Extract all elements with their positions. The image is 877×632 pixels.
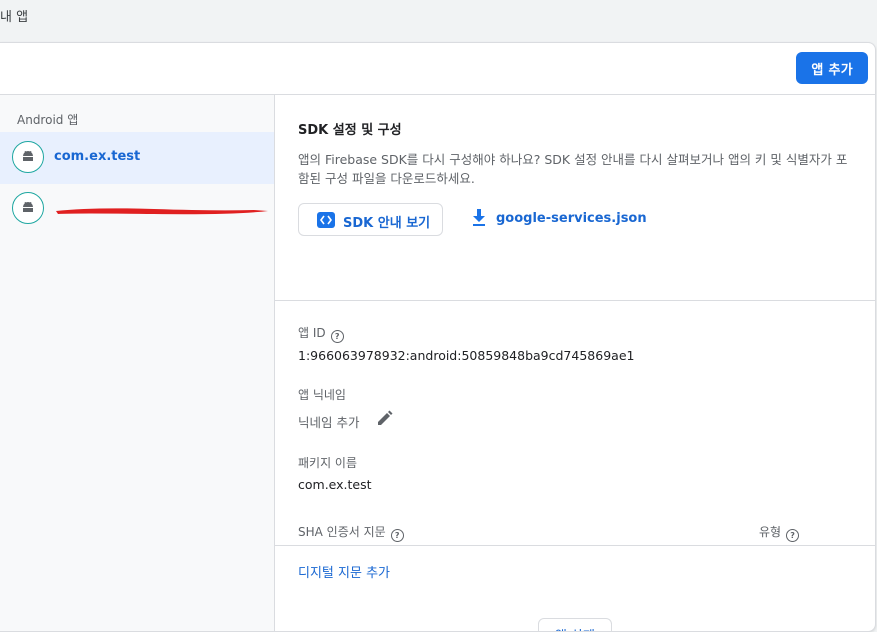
card-header: 앱 추가 [0, 43, 875, 95]
help-icon[interactable]: ? [786, 529, 800, 542]
help-icon[interactable]: ? [330, 330, 344, 343]
sidebar-item-com-ex-test[interactable]: com.ex.test [0, 132, 274, 184]
add-app-button[interactable]: 앱 추가 [796, 52, 868, 84]
app-settings-card: 앱 추가 Android 앱 com.ex.test SDK 설정 및 구성 앱… [0, 42, 876, 632]
android-icon [12, 141, 44, 173]
type-column-label: 유형? [759, 523, 800, 542]
edit-pencil-icon[interactable] [376, 409, 394, 427]
help-icon[interactable]: ? [390, 529, 404, 542]
app-id-value: 1:966063978932:android:50859848ba9cd7458… [298, 348, 635, 363]
divider [275, 545, 875, 546]
app-id-label: 앱 ID? [298, 324, 344, 343]
sdk-description: 앱의 Firebase SDK를 다시 구성해야 하나요? SDK 설정 안내를… [298, 152, 848, 186]
sidebar-item-redacted[interactable] [0, 184, 274, 236]
app-list-sidebar: Android 앱 com.ex.test [0, 95, 275, 631]
redaction-mark [56, 208, 268, 215]
sdk-section-title: SDK 설정 및 구성 [298, 123, 402, 138]
delete-app-button[interactable]: 앱 삭제 [538, 618, 612, 631]
sha-fingerprint-label: SHA 인증서 지문? [298, 523, 404, 542]
package-name-label: 패키지 이름 [298, 456, 358, 470]
app-nickname-label: 앱 닉네임 [298, 388, 346, 402]
android-icon [12, 192, 44, 224]
sdk-guide-button[interactable]: SDK 안내 보기 [298, 203, 443, 236]
package-name-value: com.ex.test [298, 477, 372, 492]
divider [275, 300, 875, 301]
app-nickname-value: 닉네임 추가 [298, 415, 360, 430]
sdk-guide-label: SDK 안내 보기 [343, 216, 431, 231]
download-config-label: google-services.json [496, 211, 647, 226]
app-detail-panel: SDK 설정 및 구성 앱의 Firebase SDK를 다시 구성해야 하나요… [275, 95, 875, 631]
sidebar-item-label: com.ex.test [54, 149, 141, 164]
sidebar-group-label: Android 앱 [17, 113, 79, 127]
download-icon [473, 209, 485, 226]
code-icon [317, 212, 335, 228]
add-fingerprint-link[interactable]: 디지털 지문 추가 [298, 562, 390, 581]
section-title: 내 앱 [0, 10, 29, 25]
